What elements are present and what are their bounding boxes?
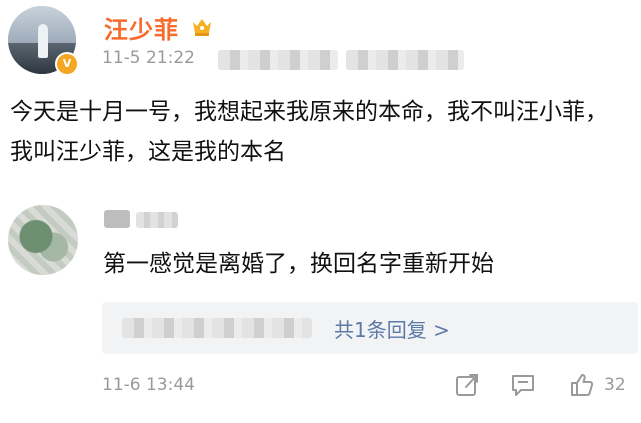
post-text: 今天是十月一号，我想起来我原来的本命，我不叫汪小菲，我叫汪少菲，这是我的本名 [10, 99, 608, 165]
share-icon[interactable] [454, 372, 480, 398]
reply-count-link[interactable]: 共1条回复 > [334, 314, 450, 343]
blurred-commenter-name [136, 212, 178, 228]
like-count: 32 [604, 375, 626, 395]
comment-text: 第一感觉是离婚了，换回名字重新开始 [103, 251, 494, 277]
comment-time: 11-6 13:44 [102, 375, 195, 395]
blurred-commenter-name [104, 210, 130, 228]
comment-icon[interactable] [510, 372, 536, 398]
blurred-source [218, 50, 338, 70]
avatar-figure [38, 24, 48, 58]
crown-icon [193, 19, 211, 36]
reply-preview[interactable]: 共1条回复 > [102, 302, 638, 354]
blurred-reply-preview [122, 318, 312, 338]
verified-v-icon: V [55, 52, 79, 76]
weibo-post: V 汪少菲 11-5 21:22 今天是十月一号，我想起来我原来的本命，我不叫汪… [0, 0, 641, 423]
post-time: 11-5 21:22 [102, 48, 195, 68]
blurred-source [346, 50, 464, 70]
like-icon[interactable] [569, 372, 595, 398]
commenter-avatar[interactable] [8, 205, 78, 275]
author-name[interactable]: 汪少菲 [104, 10, 179, 45]
